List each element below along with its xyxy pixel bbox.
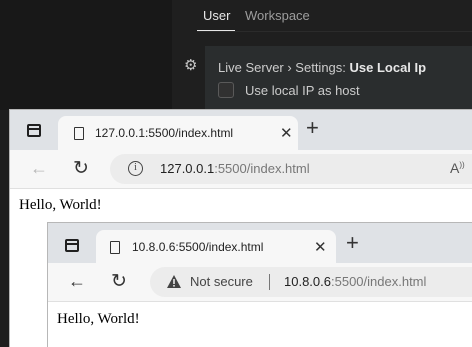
settings-tab-user[interactable]: User: [203, 8, 230, 23]
info-icon[interactable]: i: [128, 161, 143, 176]
reload-icon[interactable]: ↻: [111, 270, 127, 293]
tab-actions-icon[interactable]: [27, 124, 41, 137]
browser-window-local-ip: 10.8.0.6:5500/index.html ✕ + ← ↻ Not sec…: [48, 223, 472, 347]
close-icon[interactable]: ✕: [280, 124, 293, 142]
read-aloud-icon[interactable]: A)): [450, 160, 465, 176]
page-content-text: Hello, World!: [19, 197, 102, 213]
address-bar[interactable]: i 127.0.0.1:5500/index.html A)): [110, 154, 472, 184]
setting-item-use-local-ip: [205, 46, 472, 110]
url-path: :5500/index.html: [331, 274, 427, 289]
checkbox-label: Use local IP as host: [245, 83, 360, 98]
tabs-divider: [197, 31, 472, 32]
security-status[interactable]: Not secure: [190, 274, 253, 289]
url-text: 127.0.0.1:5500/index.html: [160, 161, 310, 176]
setting-title-prefix: Live Server › Settings:: [218, 60, 350, 75]
setting-title-name: Use Local Ip: [349, 60, 427, 75]
reload-icon[interactable]: ↻: [73, 157, 89, 180]
browser-tab[interactable]: 10.8.0.6:5500/index.html ✕: [96, 230, 336, 263]
page-icon: [110, 241, 120, 254]
back-icon[interactable]: ←: [68, 271, 86, 292]
page-content-text: Hello, World!: [57, 311, 140, 327]
browser-toolbar: ← ↻ i 127.0.0.1:5500/index.html A)): [10, 150, 472, 189]
new-tab-icon[interactable]: +: [306, 115, 319, 141]
address-separator: [269, 274, 270, 290]
browser-toolbar: ← ↻ Not secure 10.8.0.6:5500/index.html: [48, 263, 472, 302]
warning-icon[interactable]: [166, 274, 182, 289]
new-tab-icon[interactable]: +: [346, 230, 359, 256]
settings-tab-workspace[interactable]: Workspace: [245, 8, 310, 23]
use-local-ip-checkbox[interactable]: [218, 82, 234, 98]
tab-title: 127.0.0.1:5500/index.html: [95, 126, 234, 140]
back-icon[interactable]: ←: [30, 158, 48, 179]
browser-tab[interactable]: 127.0.0.1:5500/index.html ✕: [58, 116, 298, 150]
tab-strip: 127.0.0.1:5500/index.html ✕ +: [10, 110, 472, 150]
gear-icon[interactable]: ⚙: [184, 56, 197, 74]
close-icon[interactable]: ✕: [314, 238, 327, 256]
address-bar[interactable]: Not secure 10.8.0.6:5500/index.html: [150, 267, 472, 297]
setting-title: Live Server › Settings: Use Local Ip: [218, 60, 426, 75]
url-path: :5500/index.html: [214, 161, 310, 176]
tab-title: 10.8.0.6:5500/index.html: [132, 240, 264, 254]
tab-actions-icon[interactable]: [65, 239, 79, 252]
url-text: 10.8.0.6:5500/index.html: [284, 274, 426, 289]
url-host: 127.0.0.1: [160, 161, 215, 176]
url-host: 10.8.0.6: [284, 274, 331, 289]
page-icon: [74, 127, 84, 140]
tab-strip: 10.8.0.6:5500/index.html ✕ +: [48, 223, 472, 263]
vscode-sidebar: [0, 0, 172, 110]
